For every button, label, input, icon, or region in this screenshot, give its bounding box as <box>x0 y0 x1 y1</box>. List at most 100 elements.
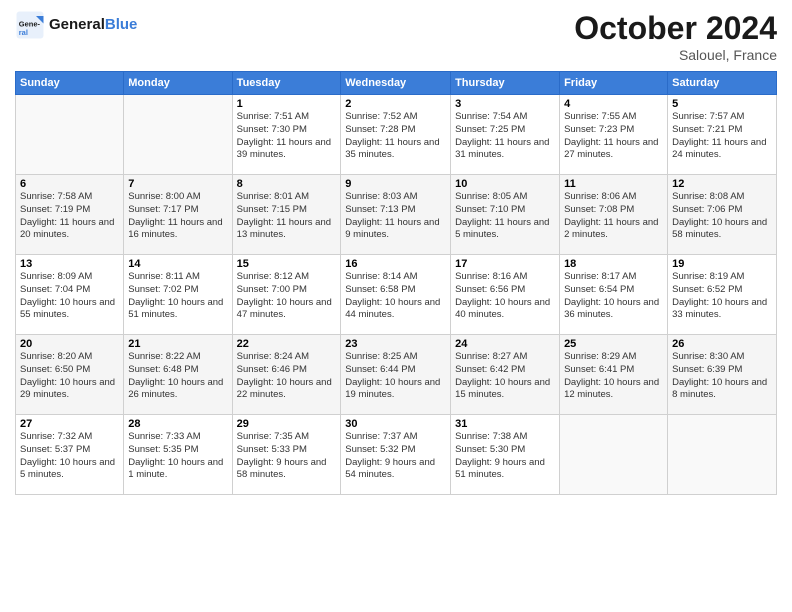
calendar-cell: 7Sunrise: 8:00 AM Sunset: 7:17 PM Daylig… <box>124 175 232 255</box>
calendar-cell: 13Sunrise: 8:09 AM Sunset: 7:04 PM Dayli… <box>16 255 124 335</box>
day-info: Sunrise: 8:24 AM Sunset: 6:46 PM Dayligh… <box>237 351 337 402</box>
calendar-cell: 1Sunrise: 7:51 AM Sunset: 7:30 PM Daylig… <box>232 95 341 175</box>
header-row: SundayMondayTuesdayWednesdayThursdayFrid… <box>16 72 777 95</box>
day-info: Sunrise: 8:30 AM Sunset: 6:39 PM Dayligh… <box>672 351 772 402</box>
day-number: 30 <box>345 418 446 430</box>
day-info: Sunrise: 8:08 AM Sunset: 7:06 PM Dayligh… <box>672 191 772 242</box>
day-info: Sunrise: 7:54 AM Sunset: 7:25 PM Dayligh… <box>455 111 555 162</box>
calendar-cell: 2Sunrise: 7:52 AM Sunset: 7:28 PM Daylig… <box>341 95 451 175</box>
title-block: October 2024 Salouel, France <box>574 10 777 63</box>
day-number: 7 <box>128 178 227 190</box>
day-info: Sunrise: 8:12 AM Sunset: 7:00 PM Dayligh… <box>237 271 337 322</box>
logo-icon: Gene- ral <box>15 10 45 40</box>
day-info: Sunrise: 8:03 AM Sunset: 7:13 PM Dayligh… <box>345 191 446 242</box>
calendar-cell: 11Sunrise: 8:06 AM Sunset: 7:08 PM Dayli… <box>560 175 668 255</box>
calendar-cell: 19Sunrise: 8:19 AM Sunset: 6:52 PM Dayli… <box>668 255 777 335</box>
calendar-cell: 21Sunrise: 8:22 AM Sunset: 6:48 PM Dayli… <box>124 335 232 415</box>
logo-blue: Blue <box>105 16 138 33</box>
day-info: Sunrise: 7:37 AM Sunset: 5:32 PM Dayligh… <box>345 431 446 482</box>
calendar-cell: 28Sunrise: 7:33 AM Sunset: 5:35 PM Dayli… <box>124 415 232 495</box>
calendar-cell: 30Sunrise: 7:37 AM Sunset: 5:32 PM Dayli… <box>341 415 451 495</box>
calendar: SundayMondayTuesdayWednesdayThursdayFrid… <box>15 71 777 495</box>
location: Salouel, France <box>574 47 777 63</box>
day-number: 20 <box>20 338 119 350</box>
calendar-cell: 23Sunrise: 8:25 AM Sunset: 6:44 PM Dayli… <box>341 335 451 415</box>
week-row-2: 6Sunrise: 7:58 AM Sunset: 7:19 PM Daylig… <box>16 175 777 255</box>
day-number: 4 <box>564 98 663 110</box>
day-number: 24 <box>455 338 555 350</box>
logo-general: General <box>49 16 105 33</box>
calendar-cell: 14Sunrise: 8:11 AM Sunset: 7:02 PM Dayli… <box>124 255 232 335</box>
calendar-cell: 3Sunrise: 7:54 AM Sunset: 7:25 PM Daylig… <box>451 95 560 175</box>
day-header-wednesday: Wednesday <box>341 72 451 95</box>
day-info: Sunrise: 8:09 AM Sunset: 7:04 PM Dayligh… <box>20 271 119 322</box>
day-number: 9 <box>345 178 446 190</box>
day-info: Sunrise: 8:06 AM Sunset: 7:08 PM Dayligh… <box>564 191 663 242</box>
day-info: Sunrise: 8:01 AM Sunset: 7:15 PM Dayligh… <box>237 191 337 242</box>
day-number: 25 <box>564 338 663 350</box>
day-info: Sunrise: 7:55 AM Sunset: 7:23 PM Dayligh… <box>564 111 663 162</box>
calendar-cell: 15Sunrise: 8:12 AM Sunset: 7:00 PM Dayli… <box>232 255 341 335</box>
day-info: Sunrise: 7:52 AM Sunset: 7:28 PM Dayligh… <box>345 111 446 162</box>
week-row-5: 27Sunrise: 7:32 AM Sunset: 5:37 PM Dayli… <box>16 415 777 495</box>
calendar-cell: 9Sunrise: 8:03 AM Sunset: 7:13 PM Daylig… <box>341 175 451 255</box>
day-info: Sunrise: 8:16 AM Sunset: 6:56 PM Dayligh… <box>455 271 555 322</box>
day-number: 23 <box>345 338 446 350</box>
day-info: Sunrise: 8:11 AM Sunset: 7:02 PM Dayligh… <box>128 271 227 322</box>
calendar-cell: 22Sunrise: 8:24 AM Sunset: 6:46 PM Dayli… <box>232 335 341 415</box>
calendar-cell: 12Sunrise: 8:08 AM Sunset: 7:06 PM Dayli… <box>668 175 777 255</box>
day-header-sunday: Sunday <box>16 72 124 95</box>
day-number: 1 <box>237 98 337 110</box>
day-info: Sunrise: 8:17 AM Sunset: 6:54 PM Dayligh… <box>564 271 663 322</box>
day-number: 11 <box>564 178 663 190</box>
calendar-cell: 8Sunrise: 8:01 AM Sunset: 7:15 PM Daylig… <box>232 175 341 255</box>
calendar-cell: 29Sunrise: 7:35 AM Sunset: 5:33 PM Dayli… <box>232 415 341 495</box>
day-number: 19 <box>672 258 772 270</box>
day-header-saturday: Saturday <box>668 72 777 95</box>
calendar-cell: 18Sunrise: 8:17 AM Sunset: 6:54 PM Dayli… <box>560 255 668 335</box>
day-number: 29 <box>237 418 337 430</box>
day-info: Sunrise: 8:29 AM Sunset: 6:41 PM Dayligh… <box>564 351 663 402</box>
day-number: 6 <box>20 178 119 190</box>
day-info: Sunrise: 7:51 AM Sunset: 7:30 PM Dayligh… <box>237 111 337 162</box>
day-info: Sunrise: 8:19 AM Sunset: 6:52 PM Dayligh… <box>672 271 772 322</box>
week-row-3: 13Sunrise: 8:09 AM Sunset: 7:04 PM Dayli… <box>16 255 777 335</box>
day-header-monday: Monday <box>124 72 232 95</box>
day-info: Sunrise: 8:20 AM Sunset: 6:50 PM Dayligh… <box>20 351 119 402</box>
calendar-cell: 31Sunrise: 7:38 AM Sunset: 5:30 PM Dayli… <box>451 415 560 495</box>
calendar-cell <box>560 415 668 495</box>
day-info: Sunrise: 7:32 AM Sunset: 5:37 PM Dayligh… <box>20 431 119 482</box>
day-header-friday: Friday <box>560 72 668 95</box>
day-info: Sunrise: 8:27 AM Sunset: 6:42 PM Dayligh… <box>455 351 555 402</box>
calendar-cell <box>16 95 124 175</box>
day-number: 2 <box>345 98 446 110</box>
day-number: 27 <box>20 418 119 430</box>
day-info: Sunrise: 7:57 AM Sunset: 7:21 PM Dayligh… <box>672 111 772 162</box>
day-info: Sunrise: 7:35 AM Sunset: 5:33 PM Dayligh… <box>237 431 337 482</box>
month-title: October 2024 <box>574 10 777 47</box>
day-info: Sunrise: 7:58 AM Sunset: 7:19 PM Dayligh… <box>20 191 119 242</box>
day-number: 26 <box>672 338 772 350</box>
day-number: 8 <box>237 178 337 190</box>
calendar-cell: 26Sunrise: 8:30 AM Sunset: 6:39 PM Dayli… <box>668 335 777 415</box>
day-number: 13 <box>20 258 119 270</box>
calendar-cell: 6Sunrise: 7:58 AM Sunset: 7:19 PM Daylig… <box>16 175 124 255</box>
day-number: 10 <box>455 178 555 190</box>
day-number: 31 <box>455 418 555 430</box>
week-row-4: 20Sunrise: 8:20 AM Sunset: 6:50 PM Dayli… <box>16 335 777 415</box>
day-header-thursday: Thursday <box>451 72 560 95</box>
day-header-tuesday: Tuesday <box>232 72 341 95</box>
day-number: 22 <box>237 338 337 350</box>
day-info: Sunrise: 8:05 AM Sunset: 7:10 PM Dayligh… <box>455 191 555 242</box>
day-number: 28 <box>128 418 227 430</box>
day-number: 18 <box>564 258 663 270</box>
day-number: 5 <box>672 98 772 110</box>
day-number: 12 <box>672 178 772 190</box>
day-info: Sunrise: 7:33 AM Sunset: 5:35 PM Dayligh… <box>128 431 227 482</box>
day-number: 21 <box>128 338 227 350</box>
week-row-1: 1Sunrise: 7:51 AM Sunset: 7:30 PM Daylig… <box>16 95 777 175</box>
day-number: 15 <box>237 258 337 270</box>
day-number: 14 <box>128 258 227 270</box>
header: Gene- ral GeneralBlue October 2024 Salou… <box>15 10 777 63</box>
calendar-cell: 24Sunrise: 8:27 AM Sunset: 6:42 PM Dayli… <box>451 335 560 415</box>
